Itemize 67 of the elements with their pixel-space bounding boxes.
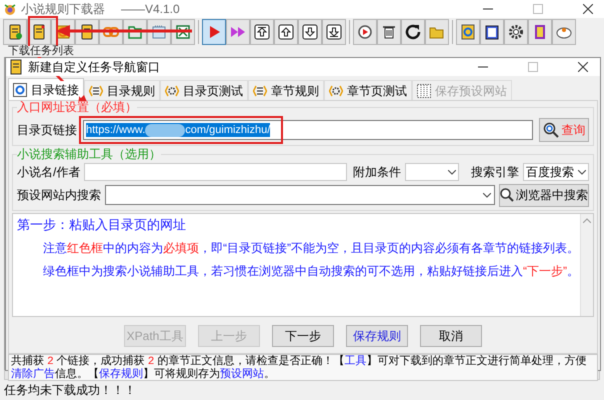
gear-icon [165, 84, 179, 98]
field-label: 搜索引擎 [471, 164, 519, 181]
dialog-title: 新建自定义任务导航窗口 [28, 58, 160, 76]
toolbar-button[interactable] [480, 19, 504, 45]
tab[interactable]: 目录规则 [84, 80, 160, 100]
grid-icon [417, 84, 431, 98]
replay-icon [356, 23, 374, 41]
settings-icon [507, 23, 525, 41]
search-icon [500, 188, 514, 202]
field-label: 预设网站内搜索 [17, 187, 101, 204]
dialog-button[interactable]: 下一步 [272, 325, 334, 347]
close-icon[interactable] [583, 4, 593, 14]
toolbar-button[interactable] [377, 19, 401, 45]
text-link[interactable]: 工具 [344, 355, 366, 367]
list-icon [253, 84, 267, 98]
instruction-text: 注意红色框中的内容为必填项，即“目录页链接”不能为空，且目录页的内容必须有各章节的链接列表。 [42, 240, 580, 257]
move-bottom-icon [325, 23, 343, 41]
book-icon [10, 59, 22, 75]
text-link[interactable]: 预设网站 [220, 368, 264, 380]
tab[interactable]: 章节规则 [248, 80, 324, 100]
field-label: 小说名/作者 [17, 164, 80, 181]
instruction-text: 第一步：粘贴入目录页的网址 [17, 216, 187, 234]
toolbar-button[interactable] [298, 19, 322, 45]
name-field[interactable] [84, 163, 347, 181]
window-title: 小说规则下载器 [21, 1, 105, 18]
version-label: ——V4.1.0 [121, 1, 180, 18]
status-text: 任务均未下载成功！！！ [4, 382, 136, 399]
browser-icon [13, 82, 27, 96]
chevron-down-icon [578, 170, 586, 174]
tab[interactable]: 目录页测试 [160, 80, 248, 100]
toolbar-button[interactable] [504, 19, 528, 45]
toolbar-button[interactable] [27, 19, 51, 45]
toolbar-button[interactable] [250, 19, 274, 45]
info-text: 共捕获 2 个链接，成功捕获 2 的章节正文信息，请检查是否正确！【工具】可对下载到的章节正文进行简单处理，方便 清除广告信息。【保存规则】可将规则存为预设网站。 [8, 354, 598, 381]
field-label: 目录页链接 [17, 121, 77, 139]
tab[interactable]: 目录链接 [8, 78, 84, 100]
group-label: 小说搜索辅助工具（选用） [17, 148, 161, 161]
dialog-button[interactable]: 保存规则 [346, 325, 408, 347]
browser-search-button[interactable]: 浏览器中搜索 [499, 184, 589, 206]
document-icon [459, 23, 477, 41]
app-icon [3, 2, 17, 16]
notepad-icon [483, 23, 501, 41]
group-label: 下载任务列表 [8, 46, 74, 57]
instruction-text: 绿色框中为搜索小说辅助工具，若习惯在浏览器中自动搜索的可不选用，粘贴好链接后进入“下一步”。 [42, 263, 580, 280]
toolbar-button[interactable] [353, 19, 377, 45]
engine-dropdown[interactable]: 百度搜索 [523, 163, 589, 181]
search-icon [542, 122, 558, 138]
list-icon [89, 84, 103, 98]
chevron-down-icon [483, 192, 491, 198]
refresh-icon [404, 23, 422, 41]
toolbar-button[interactable] [322, 19, 346, 45]
tab[interactable]: 章节页测试 [324, 80, 412, 100]
toolbar-button[interactable] [3, 19, 27, 45]
toolbar-button[interactable] [274, 19, 298, 45]
toolbar-button[interactable] [456, 19, 480, 45]
move-top-icon [253, 23, 271, 41]
toolbar-button[interactable] [552, 19, 576, 45]
field-label: 附加条件 [353, 164, 401, 181]
dialog-button[interactable]: 取消 [420, 325, 482, 347]
text-link[interactable]: 保存规则 [99, 368, 143, 380]
toolbar-button[interactable] [401, 19, 425, 45]
close-icon[interactable] [578, 62, 588, 72]
chevron-down-icon [448, 170, 456, 174]
redaction-blur [145, 124, 186, 136]
gear-icon [329, 84, 343, 98]
site-search-dropdown[interactable] [105, 185, 495, 205]
text-link[interactable]: 清除广告 [11, 368, 55, 380]
